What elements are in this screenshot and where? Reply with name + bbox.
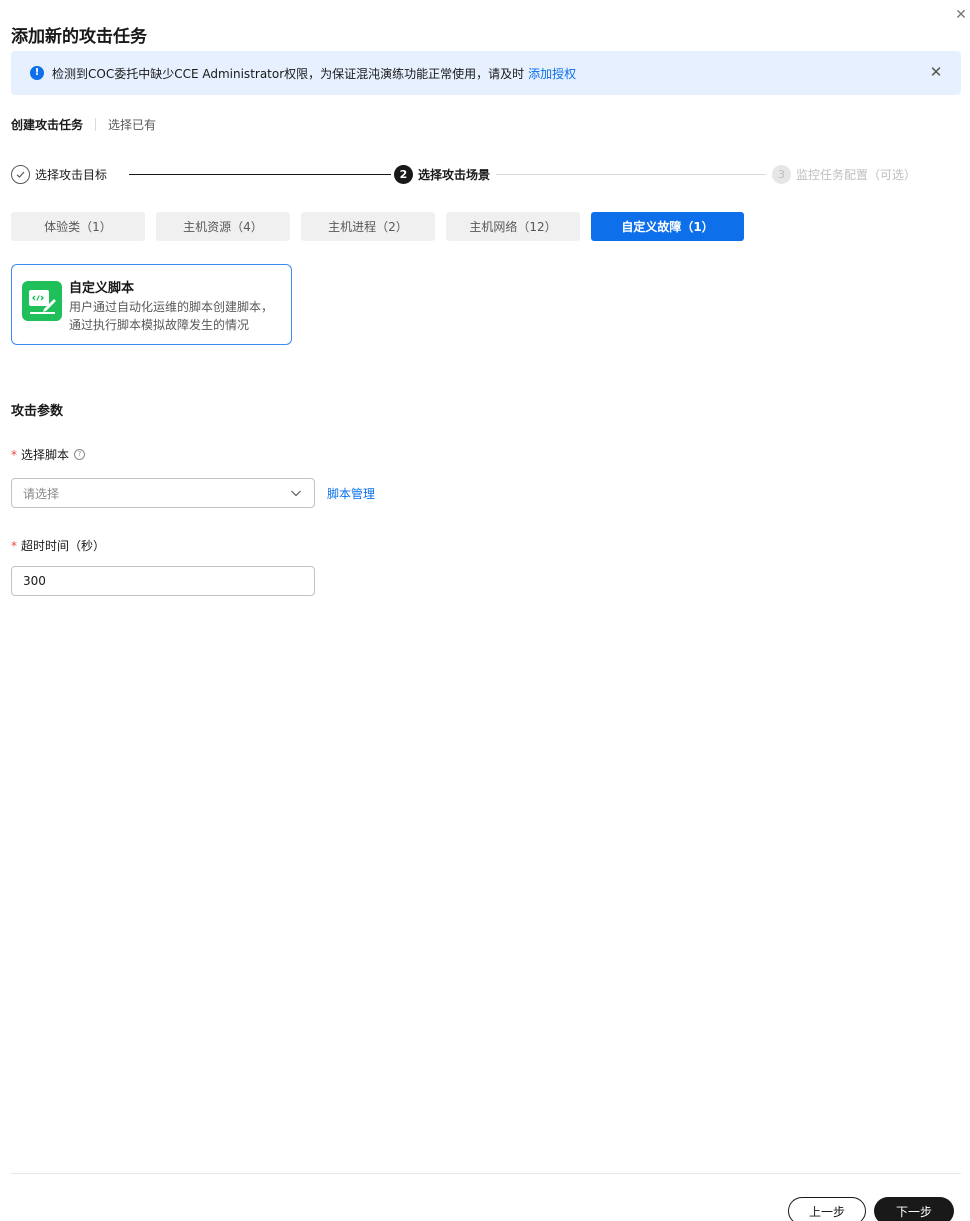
- tab-custom-fault[interactable]: 自定义故障（1）: [591, 212, 744, 241]
- timeout-label-text: 超时时间（秒）: [21, 539, 106, 553]
- previous-step-button[interactable]: 上一步: [788, 1197, 866, 1221]
- next-step-button[interactable]: 下一步: [874, 1197, 954, 1221]
- scenario-description-line1: 用户通过自动化运维的脚本创建脚本，: [69, 300, 274, 314]
- tab-select-existing[interactable]: 选择已有: [108, 116, 156, 133]
- step-select-target: 选择攻击目标: [11, 165, 107, 184]
- help-icon[interactable]: ?: [74, 449, 86, 460]
- required-mark: *: [11, 447, 17, 462]
- tab-host-network[interactable]: 主机网络（12）: [446, 212, 580, 241]
- script-edit-icon: [22, 281, 62, 321]
- panel-close-icon[interactable]: ✕: [954, 8, 968, 22]
- tab-host-resources[interactable]: 主机资源（4）: [156, 212, 290, 241]
- timeout-input[interactable]: [11, 566, 315, 596]
- step-label: 选择攻击场景: [418, 168, 491, 182]
- scenario-description-line2: 通过执行脚本模拟故障发生的情况: [69, 318, 250, 332]
- tab-divider: [95, 118, 97, 131]
- timeout-field-label: * 超时时间（秒）: [11, 537, 105, 554]
- step-label: 选择攻击目标: [35, 168, 108, 182]
- tab-experience[interactable]: 体验类（1）: [11, 212, 145, 241]
- script-label-text: 选择脚本: [21, 448, 70, 462]
- tab-create-attack-task[interactable]: 创建攻击任务: [11, 116, 83, 133]
- step-connector: [496, 174, 766, 175]
- script-select[interactable]: 请选择: [11, 478, 315, 508]
- attack-params-title: 攻击参数: [11, 404, 64, 419]
- script-management-link[interactable]: 脚本管理: [327, 485, 375, 502]
- scenario-title: 自定义脚本: [69, 281, 135, 296]
- script-field-label: * 选择脚本 ?: [11, 446, 86, 463]
- step-select-scenario: 2 选择攻击场景: [394, 165, 490, 184]
- mode-tabs: 创建攻击任务 选择已有: [11, 116, 156, 133]
- step-label: 监控任务配置（可选）: [796, 168, 917, 182]
- step-number: 2: [394, 165, 413, 184]
- dialog-title: 添加新的攻击任务: [11, 27, 147, 47]
- step-monitor-config: 3 监控任务配置（可选）: [772, 165, 916, 184]
- footer-divider: [11, 1173, 961, 1174]
- add-authorization-link[interactable]: 添加授权: [528, 65, 576, 82]
- alert-message: 检测到COC委托中缺少CCE Administrator权限，为保证混沌演练功能…: [52, 66, 525, 81]
- permission-alert: ! 检测到COC委托中缺少CCE Administrator权限，为保证混沌演练…: [11, 51, 961, 95]
- step-number: 3: [772, 165, 791, 184]
- alert-close-icon[interactable]: ✕: [929, 65, 943, 80]
- step-connector: [129, 174, 391, 175]
- info-icon: !: [30, 66, 44, 80]
- category-tabs: 体验类（1） 主机资源（4） 主机进程（2） 主机网络（12） 自定义故障（1）: [11, 212, 755, 241]
- tab-host-process[interactable]: 主机进程（2）: [301, 212, 435, 241]
- check-icon: [11, 165, 30, 184]
- required-mark: *: [11, 538, 17, 553]
- scenario-text: 自定义脚本 用户通过自动化运维的脚本创建脚本， 通过执行脚本模拟故障发生的情况: [69, 277, 273, 344]
- chevron-down-icon: [291, 490, 301, 497]
- script-select-placeholder: 请选择: [23, 486, 60, 501]
- scenario-card-custom-script[interactable]: 自定义脚本 用户通过自动化运维的脚本创建脚本， 通过执行脚本模拟故障发生的情况: [11, 264, 292, 345]
- stepper: 选择攻击目标 2 选择攻击场景 3 监控任务配置（可选）: [11, 165, 961, 185]
